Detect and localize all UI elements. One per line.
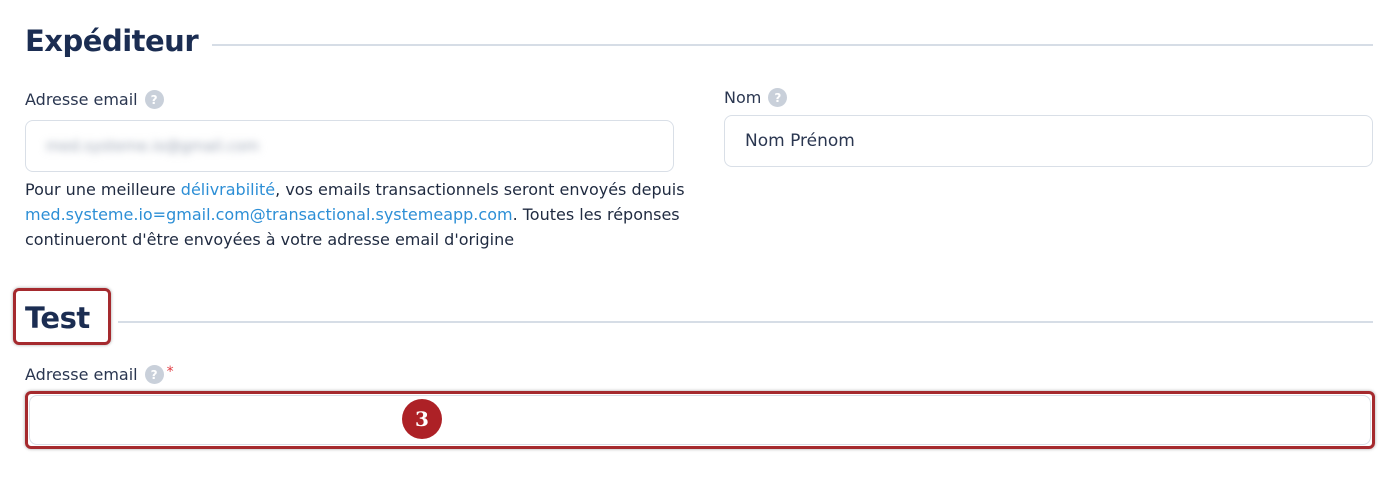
- sender-email-label-row: Adresse email ?: [25, 90, 164, 109]
- test-section-divider: [118, 321, 1373, 323]
- test-section-title: Test: [25, 301, 90, 335]
- step-number-badge: 3: [402, 399, 442, 439]
- sender-name-value: Nom Prénom: [745, 131, 855, 151]
- transactional-address-link[interactable]: med.systeme.io=gmail.com@transactional.s…: [25, 205, 513, 224]
- note-text: , vos emails transactionnels seront envo…: [275, 180, 685, 199]
- deliverability-link[interactable]: délivrabilité: [181, 180, 275, 199]
- question-mark-icon[interactable]: ?: [768, 88, 788, 107]
- sender-section-divider: [212, 44, 1373, 46]
- test-email-label: Adresse email: [25, 365, 138, 384]
- sender-email-field[interactable]: med.systeme.io@gmail.com: [25, 120, 674, 172]
- sender-email-value: med.systeme.io@gmail.com: [46, 137, 260, 155]
- sender-name-label-row: Nom ?: [724, 88, 788, 107]
- sender-section-title: Expéditeur: [25, 24, 199, 58]
- deliverability-note: Pour une meilleure délivrabilité, vos em…: [25, 177, 685, 252]
- sender-name-label: Nom: [724, 88, 762, 107]
- question-mark-icon[interactable]: ?: [144, 365, 164, 384]
- required-mark: *: [166, 363, 174, 380]
- sender-name-field[interactable]: Nom Prénom: [724, 115, 1373, 167]
- test-email-label-row: Adresse email ? *: [25, 363, 174, 384]
- question-mark-icon[interactable]: ?: [144, 90, 164, 109]
- test-email-highlight: [25, 391, 1375, 449]
- email-settings-page: Expéditeur Adresse email ? med.systeme.i…: [0, 0, 1395, 489]
- sender-email-label: Adresse email: [25, 90, 138, 109]
- note-text: Pour une meilleure: [25, 180, 181, 199]
